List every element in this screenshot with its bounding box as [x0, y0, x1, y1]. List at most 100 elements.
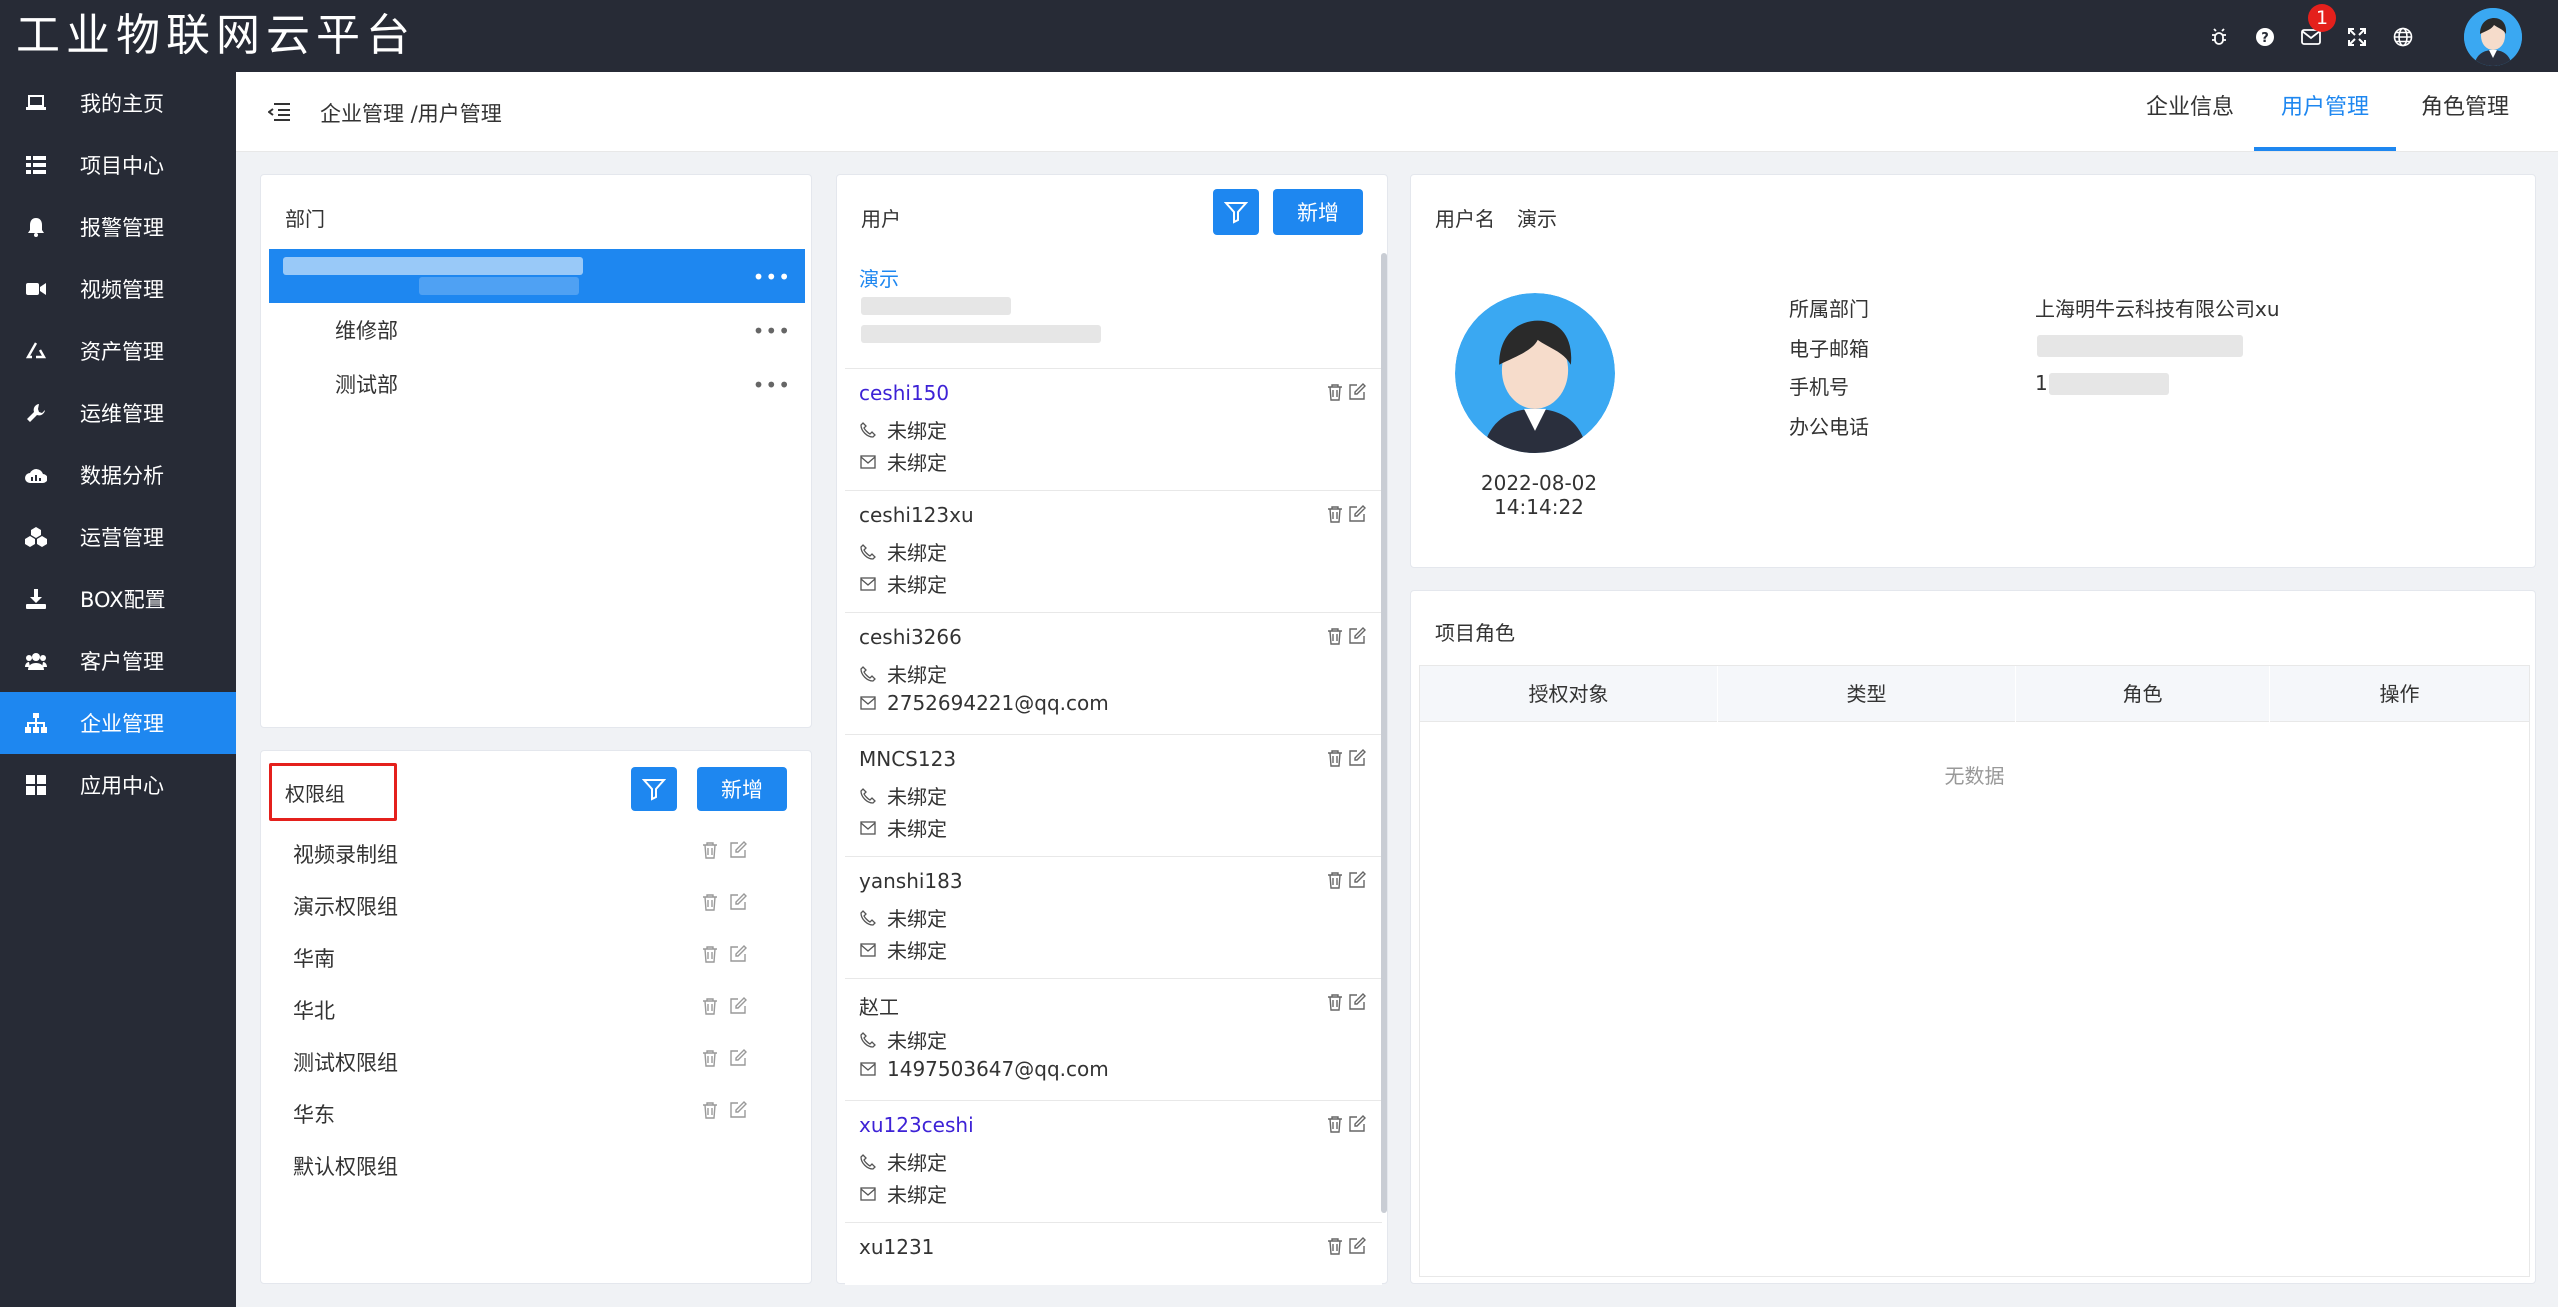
sidebar-item-operations[interactable]: 运营管理	[0, 506, 236, 568]
edit-icon	[730, 841, 747, 858]
help-icon[interactable]: ?	[2254, 26, 2276, 48]
trash-icon	[703, 998, 717, 1015]
recycle-icon	[25, 340, 47, 362]
user-email-row: 未绑定	[859, 447, 947, 476]
mail-icon[interactable]: 1	[2300, 4, 2336, 48]
user-phone-row: 未绑定	[859, 537, 947, 566]
user-card[interactable]: 赵工 未绑定 1497503647@qq.com	[845, 979, 1382, 1101]
mail-icon	[859, 819, 877, 837]
sidebar-item-assets[interactable]: 资产管理	[0, 320, 236, 382]
sidebar-item-maintenance[interactable]: 运维管理	[0, 382, 236, 444]
mail-icon	[859, 575, 877, 593]
user-name[interactable]: ceshi3266	[859, 625, 962, 649]
user-email: 未绑定	[887, 1183, 947, 1207]
more-icon[interactable]: •••	[753, 373, 791, 397]
user-card[interactable]: ceshi3266 未绑定 2752694221@qq.com	[845, 613, 1382, 735]
redacted-email	[2037, 335, 2243, 357]
globe-icon[interactable]	[2392, 26, 2414, 48]
permission-actions	[701, 841, 753, 863]
permission-group-panel: 权限组 新增 视频录制组 演示权限组 华南 华北 测试权限组 华东 默认权限组	[260, 750, 812, 1284]
user-card[interactable]: xu1231	[845, 1223, 1382, 1285]
redacted-name	[283, 257, 583, 275]
sidebar-item-label: 资产管理	[80, 340, 164, 364]
cubes-icon	[25, 526, 47, 548]
user-avatar[interactable]	[2464, 8, 2522, 66]
user-email-row: 未绑定	[859, 813, 947, 842]
users-scrollbar[interactable]	[1381, 253, 1387, 1213]
edit-icon	[1349, 749, 1366, 766]
trash-icon	[703, 1102, 717, 1119]
permission-item[interactable]: 华北	[293, 995, 335, 1025]
department-item[interactable]: 测试部 •••	[269, 357, 805, 411]
more-icon[interactable]: •••	[753, 265, 791, 289]
sidebar-item-video[interactable]: 视频管理	[0, 258, 236, 320]
user-card[interactable]: xu123ceshi 未绑定 未绑定	[845, 1101, 1382, 1223]
user-card[interactable]: MNCS123 未绑定 未绑定	[845, 735, 1382, 857]
user-phone: 未绑定	[887, 1029, 947, 1053]
bell-icon	[25, 216, 47, 238]
trash-icon	[1328, 628, 1342, 645]
permission-item[interactable]: 华东	[293, 1099, 335, 1129]
user-name[interactable]: xu1231	[859, 1235, 934, 1259]
sidebar-item-home[interactable]: 我的主页	[0, 72, 236, 134]
user-name[interactable]: ceshi150	[859, 381, 949, 405]
menu-toggle-icon[interactable]	[267, 102, 290, 122]
user-name[interactable]: yanshi183	[859, 869, 963, 893]
office-phone-label: 办公电话	[1789, 415, 1869, 439]
user-actions	[1326, 627, 1366, 645]
permission-item[interactable]: 测试权限组	[293, 1047, 398, 1077]
download-icon	[25, 588, 47, 610]
permission-item[interactable]: 演示权限组	[293, 891, 398, 921]
user-card[interactable]: ceshi123xu 未绑定 未绑定	[845, 491, 1382, 613]
mail-icon	[859, 941, 877, 959]
filter-button[interactable]	[631, 767, 677, 811]
tab-user-management[interactable]: 用户管理	[2254, 72, 2396, 152]
sidebar-item-label: 数据分析	[80, 464, 164, 488]
user-email: 未绑定	[887, 939, 947, 963]
user-name[interactable]: MNCS123	[859, 747, 956, 771]
permission-item[interactable]: 华南	[293, 943, 335, 973]
department-root[interactable]: •••	[269, 249, 805, 303]
sidebar-item-projects[interactable]: 项目中心	[0, 134, 236, 196]
user-name[interactable]: 赵工	[859, 991, 899, 1020]
user-card[interactable]: ceshi150 未绑定 未绑定	[845, 369, 1382, 491]
sidebar-item-apps[interactable]: 应用中心	[0, 754, 236, 816]
tab-enterprise-info[interactable]: 企业信息	[2124, 72, 2256, 152]
user-actions	[1326, 505, 1366, 523]
user-phone: 未绑定	[887, 419, 947, 443]
user-name[interactable]: 演示	[859, 263, 899, 292]
edit-icon	[1349, 993, 1366, 1010]
user-email: 2752694221@qq.com	[887, 691, 1109, 715]
department-item[interactable]: 维修部 •••	[269, 303, 805, 357]
sidebar-item-alarms[interactable]: 报警管理	[0, 196, 236, 258]
user-card[interactable]: yanshi183 未绑定 未绑定	[845, 857, 1382, 979]
add-permission-button[interactable]: 新增	[697, 767, 787, 811]
user-phone: 未绑定	[887, 663, 947, 687]
trash-icon	[1328, 1116, 1342, 1133]
user-list[interactable]: 演示 ceshi150 未绑定 未绑定 ceshi123xu 未绑定 未绑定 c…	[837, 255, 1382, 1285]
sidebar-item-enterprise[interactable]: 企业管理	[0, 692, 236, 754]
permission-item[interactable]: 视频录制组	[293, 839, 398, 869]
sidebar-item-box-config[interactable]: BOX配置	[0, 568, 236, 630]
roles-title: 项目角色	[1435, 621, 1515, 645]
tab-role-management[interactable]: 角色管理	[2394, 72, 2536, 152]
more-icon[interactable]: •••	[753, 319, 791, 343]
edit-icon	[730, 1049, 747, 1066]
edit-icon	[730, 945, 747, 962]
user-phone-row: 未绑定	[859, 903, 947, 932]
user-name[interactable]: xu123ceshi	[859, 1113, 974, 1137]
user-card[interactable]: 演示	[845, 255, 1382, 369]
user-email: 未绑定	[887, 451, 947, 475]
sidebar-item-customers[interactable]: 客户管理	[0, 630, 236, 692]
sidebar-item-analytics[interactable]: 数据分析	[0, 444, 236, 506]
add-user-button[interactable]: 新增	[1273, 189, 1363, 235]
app-title: 工业物联网云平台	[16, 10, 416, 61]
bug-icon[interactable]	[2208, 26, 2230, 48]
video-icon	[25, 278, 47, 300]
edit-icon	[730, 893, 747, 910]
permission-item[interactable]: 默认权限组	[293, 1151, 398, 1181]
user-name[interactable]: ceshi123xu	[859, 503, 974, 527]
fullscreen-icon[interactable]	[2346, 26, 2368, 48]
dept-label: 所属部门	[1789, 297, 1869, 321]
filter-button[interactable]	[1213, 189, 1259, 235]
